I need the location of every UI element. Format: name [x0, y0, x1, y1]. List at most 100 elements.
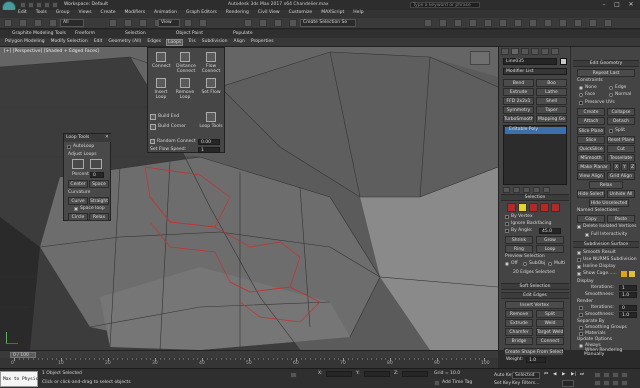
orbit-icon[interactable] — [612, 380, 619, 386]
y-coordinate-field[interactable] — [364, 371, 390, 377]
render-setup-icon[interactable] — [544, 19, 552, 27]
relax-button[interactable]: Relax — [89, 213, 109, 221]
modifier-symmetry-button[interactable]: Symmetry — [503, 106, 534, 114]
modifier-turbosmooth-button[interactable]: TurboSmooth — [503, 115, 534, 123]
by-angle-checkbox[interactable] — [505, 229, 509, 233]
material-editor-icon[interactable] — [529, 19, 537, 27]
modifier-bend-button[interactable]: Bend — [503, 79, 534, 87]
ribbon-panel-properties[interactable]: Properties — [250, 39, 275, 46]
create-tab-icon[interactable] — [501, 48, 509, 55]
select-by-name-icon[interactable] — [124, 19, 132, 27]
modifier-mapping-button[interactable]: Mapping Ge — [536, 115, 567, 123]
field-of-view-icon[interactable] — [594, 380, 601, 386]
curve-button[interactable]: Curve — [68, 197, 88, 205]
tessellate-button[interactable]: Tessellate — [607, 154, 635, 162]
menu-civil-view[interactable]: Civil View — [258, 10, 280, 18]
target-weld-button[interactable]: Target Weld — [536, 328, 564, 336]
isoline-display-checkbox[interactable] — [577, 265, 581, 269]
ribbon-tab-object-paint[interactable]: Object Paint — [176, 31, 203, 37]
shrink-button[interactable]: Shrink — [505, 236, 533, 244]
redo-icon[interactable] — [19, 19, 27, 27]
maximize-viewport-icon[interactable] — [621, 380, 628, 386]
modifier-ffd-button[interactable]: FFD 2x2x1 — [503, 97, 534, 105]
curve-editor-icon[interactable] — [499, 19, 507, 27]
go-to-end-icon[interactable]: ⏭ — [580, 372, 584, 378]
scale-icon[interactable] — [199, 19, 207, 27]
space-loop-checkbox[interactable] — [74, 207, 78, 211]
full-interactivity-checkbox[interactable] — [585, 233, 589, 237]
pin-stack-icon[interactable] — [503, 187, 510, 193]
make-unique-icon[interactable] — [523, 187, 530, 193]
workspace-selector[interactable]: Workspace: Default — [64, 2, 108, 8]
constraint-edge-radio[interactable] — [609, 86, 613, 90]
menu-maxscript[interactable]: MAXScript — [321, 10, 344, 18]
make-planar-button[interactable]: Make Planar — [577, 163, 611, 171]
ring-button[interactable]: Ring — [505, 245, 533, 253]
keyboard-shortcut-icon[interactable] — [274, 19, 282, 27]
delete-isolated-checkbox[interactable] — [577, 225, 581, 229]
display-iterations-spinner[interactable]: 1 — [619, 285, 637, 291]
constraint-face-radio[interactable] — [579, 93, 583, 97]
hide-selected-button[interactable]: Hide Selected — [577, 190, 605, 198]
grow-button[interactable]: Grow — [536, 236, 564, 244]
object-color-swatch[interactable] — [560, 58, 567, 65]
redo-icon[interactable] — [52, 2, 58, 8]
preview-multi-radio[interactable] — [548, 262, 552, 266]
center-button[interactable]: Center — [68, 180, 88, 188]
select-manipulate-icon[interactable] — [259, 19, 267, 27]
make-planar-z-button[interactable]: Z — [629, 163, 636, 171]
zoom-icon[interactable] — [594, 372, 601, 378]
quickslice-button[interactable]: QuickSlice — [577, 145, 605, 153]
attach-button[interactable]: Attach — [577, 117, 605, 125]
repeat-last-button[interactable]: Repeat Last — [577, 69, 635, 77]
modifier-shell-button[interactable]: Shell — [536, 97, 567, 105]
edit-edges-rollout-header[interactable]: Edit Edges — [501, 292, 569, 299]
loop-shape-icon-1[interactable] — [72, 159, 84, 169]
render-iterations-spinner[interactable]: 0 — [619, 305, 637, 311]
circle-button[interactable]: Circle — [68, 213, 88, 221]
make-planar-y-button[interactable]: Y — [621, 163, 628, 171]
add-time-tag-icon[interactable] — [434, 380, 440, 386]
render-production-icon[interactable] — [574, 19, 582, 27]
ribbon-tab-populate[interactable]: Populate — [233, 31, 253, 37]
layer-explorer-icon[interactable] — [454, 19, 462, 27]
remove-edge-button[interactable]: Remove — [505, 310, 533, 318]
update-always-radio[interactable] — [579, 344, 583, 348]
edge-level-icon[interactable] — [518, 203, 527, 212]
schematic-view-icon[interactable] — [514, 19, 522, 27]
graphite-toggle-icon[interactable] — [484, 19, 492, 27]
ribbon-panel-tris[interactable]: Tris — [187, 39, 197, 46]
space-button[interactable]: Space — [89, 180, 109, 188]
utilities-tab-icon[interactable] — [551, 48, 559, 55]
view-align-button[interactable]: View Align — [577, 172, 605, 180]
create-shape-button[interactable]: Create Shape From Selection — [504, 348, 564, 356]
maximize-button[interactable]: □ — [611, 1, 623, 9]
connect-tool[interactable]: Connect — [150, 52, 172, 74]
split-checkbox[interactable] — [609, 129, 613, 133]
rectangular-selection-icon[interactable] — [139, 19, 147, 27]
build-end-tool[interactable]: Build End — [150, 114, 196, 122]
constraint-normal-radio[interactable] — [609, 93, 613, 97]
timeline-track[interactable]: 0 10 20 30 40 50 60 70 80 90 100 — [0, 358, 498, 368]
preserve-uvs-checkbox[interactable] — [579, 101, 583, 105]
selection-filter-dropdown[interactable]: All — [60, 19, 84, 27]
hierarchy-tab-icon[interactable] — [521, 48, 529, 55]
x-coordinate-field[interactable] — [326, 371, 352, 377]
save-file-icon[interactable] — [36, 2, 42, 8]
ribbon-panel-polygon-modeling[interactable]: Polygon Modeling — [4, 39, 46, 46]
key-filters-button[interactable]: Key Filters... — [512, 381, 539, 387]
ribbon-tab-selection[interactable]: Selection — [125, 31, 146, 37]
minimize-button[interactable]: – — [598, 1, 610, 9]
autoloop-checkbox[interactable] — [67, 145, 71, 149]
undo-icon[interactable] — [4, 19, 12, 27]
paste-selection-button[interactable]: Paste — [607, 215, 635, 223]
by-angle-spinner[interactable]: 45.0 — [539, 228, 561, 234]
extrude-edge-button[interactable]: Extrude — [505, 319, 533, 327]
menu-rendering[interactable]: Rendering — [226, 10, 249, 18]
zoom-extents-all-icon[interactable] — [621, 372, 628, 378]
set-key-button[interactable]: Set Key — [494, 381, 511, 387]
menu-create[interactable]: Create — [101, 10, 116, 18]
close-icon[interactable]: ✕ — [105, 135, 109, 141]
menu-views[interactable]: Views — [79, 10, 92, 18]
ribbon-panel-modify-selection[interactable]: Modify Selection — [50, 39, 89, 46]
